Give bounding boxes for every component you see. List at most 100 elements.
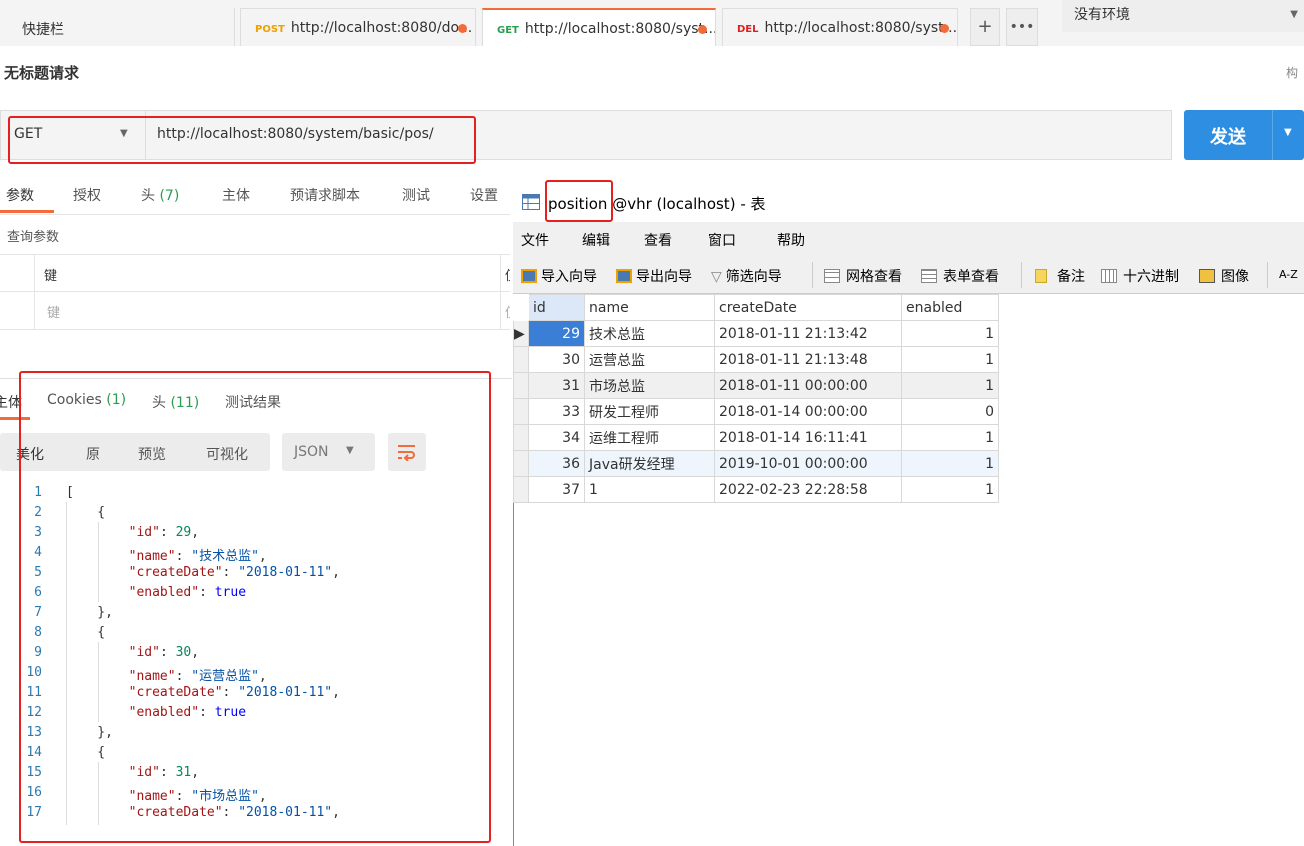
tab-tests[interactable]: 测试: [402, 185, 430, 205]
cell-createdate[interactable]: 2019-10-01 00:00:00: [714, 450, 902, 477]
hex-label: 十六进制: [1123, 269, 1179, 285]
grid-view-button[interactable]: 网格查看: [824, 266, 902, 286]
cell-enabled[interactable]: 1: [901, 320, 999, 347]
import-wizard-button[interactable]: 导入向导: [521, 266, 597, 286]
shortcut-tab[interactable]: 快捷栏: [0, 8, 235, 46]
table-row[interactable]: 33 研发工程师 2018-01-14 00:00:00 0: [513, 398, 999, 425]
table-icon: [522, 194, 540, 210]
column-header-enabled[interactable]: enabled: [901, 294, 999, 321]
environment-select[interactable]: 没有环境 ▼: [1062, 0, 1304, 32]
build-hint[interactable]: 构: [1286, 64, 1298, 81]
more-icon[interactable]: •••: [1006, 8, 1038, 46]
image-button[interactable]: 图像: [1199, 266, 1249, 286]
column-header-createdate[interactable]: createDate: [714, 294, 902, 321]
send-label: 发送: [1210, 127, 1246, 148]
cell-enabled[interactable]: 0: [901, 398, 999, 425]
filter-wizard-button[interactable]: ▽ 筛选向导: [711, 266, 782, 286]
hex-button[interactable]: 十六进制: [1101, 266, 1179, 286]
connection-info: @vhr (localhost) - 表: [607, 195, 766, 213]
column-header-name[interactable]: name: [584, 294, 715, 321]
tab-body[interactable]: 主体: [222, 185, 250, 205]
memo-icon: [1035, 269, 1047, 283]
highlight-box: [8, 116, 476, 164]
menu-help[interactable]: 帮助: [777, 230, 805, 250]
chevron-down-icon[interactable]: ▼: [1284, 127, 1292, 138]
environment-label: 没有环境: [1074, 7, 1130, 23]
row-indicator: [513, 372, 529, 399]
row-indicator: [513, 346, 529, 373]
cell-name[interactable]: 市场总监: [584, 372, 715, 399]
tab-auth[interactable]: 授权: [73, 185, 101, 205]
tab-headers[interactable]: 头 (7): [141, 185, 179, 205]
cell-id[interactable]: 34: [528, 424, 585, 451]
table-row[interactable]: 31 市场总监 2018-01-11 00:00:00 1: [513, 372, 999, 399]
cell-enabled[interactable]: 1: [901, 424, 999, 451]
cell-id[interactable]: 33: [528, 398, 585, 425]
cell-id[interactable]: 31: [528, 372, 585, 399]
cell-id[interactable]: 36: [528, 450, 585, 477]
cell-createdate[interactable]: 2018-01-11 21:13:48: [714, 346, 902, 373]
tab-url: http://localhost:8080/syst...: [764, 20, 958, 36]
unsaved-dot-icon: [940, 24, 949, 33]
filter-wizard-label: 筛选向导: [725, 269, 782, 285]
cell-enabled[interactable]: 1: [901, 346, 999, 373]
tab-pre-request-script[interactable]: 预请求脚本: [290, 185, 360, 205]
key-input[interactable]: 键: [47, 302, 60, 321]
table-row[interactable]: 34 运维工程师 2018-01-14 16:11:41 1: [513, 424, 999, 451]
cell-id[interactable]: 29: [528, 320, 585, 347]
cell-name[interactable]: 研发工程师: [584, 398, 715, 425]
menu-window[interactable]: 窗口: [708, 230, 736, 250]
cell-id[interactable]: 37: [528, 476, 585, 503]
cell-createdate[interactable]: 2022-02-23 22:28:58: [714, 476, 902, 503]
divider: [812, 262, 813, 288]
menu-file[interactable]: 文件: [521, 230, 549, 250]
highlight-box: [19, 371, 491, 843]
table-row[interactable]: 30 运营总监 2018-01-11 21:13:48 1: [513, 346, 999, 373]
navicat-toolbar: 导入向导 导出向导 ▽ 筛选向导 网格查看 表单查看 备注 十六进制 图像 A-Z: [513, 256, 1304, 294]
tab-post[interactable]: POST http://localhost:8080/do...: [240, 8, 476, 46]
column-header-id[interactable]: id: [528, 294, 585, 321]
tab-del[interactable]: DEL http://localhost:8080/syst...: [722, 8, 958, 46]
cell-name[interactable]: 1: [584, 476, 715, 503]
image-label: 图像: [1221, 269, 1249, 285]
cell-enabled[interactable]: 1: [901, 450, 999, 477]
cell-name[interactable]: 运营总监: [584, 346, 715, 373]
memo-button[interactable]: 备注: [1035, 266, 1085, 286]
cell-createdate[interactable]: 2018-01-11 00:00:00: [714, 372, 902, 399]
table-row[interactable]: 36 Java研发经理 2019-10-01 00:00:00 1: [513, 450, 999, 477]
cell-name[interactable]: Java研发经理: [584, 450, 715, 477]
params-empty-row: 键 值: [0, 292, 510, 330]
form-icon: [921, 269, 937, 283]
menu-view[interactable]: 查看: [644, 230, 672, 250]
cell-createdate[interactable]: 2018-01-14 16:11:41: [714, 424, 902, 451]
export-wizard-button[interactable]: 导出向导: [616, 266, 692, 286]
menu-edit[interactable]: 编辑: [582, 230, 610, 250]
navicat-menu-bar: 文件 编辑 查看 窗口 帮助: [513, 222, 1304, 256]
plus-icon[interactable]: +: [970, 8, 1000, 46]
tab-settings[interactable]: 设置: [470, 185, 498, 205]
table-row[interactable]: ▶ 29 技术总监 2018-01-11 21:13:42 1: [513, 320, 999, 347]
divider: [0, 214, 510, 215]
value-input[interactable]: 值: [505, 302, 510, 321]
cell-name[interactable]: 运维工程师: [584, 424, 715, 451]
cell-enabled[interactable]: 1: [901, 476, 999, 503]
table-row[interactable]: 37 1 2022-02-23 22:28:58 1: [513, 476, 999, 503]
grid-icon: [824, 269, 840, 283]
cell-id[interactable]: 30: [528, 346, 585, 373]
tab-get[interactable]: GET http://localhost:8080/syst...: [482, 8, 716, 46]
request-title[interactable]: 无标题请求: [4, 62, 79, 83]
unsaved-dot-icon: [458, 24, 467, 33]
cell-createdate[interactable]: 2018-01-14 00:00:00: [714, 398, 902, 425]
checkbox-column: [0, 255, 35, 292]
data-grid: id name createDate enabled ▶ 29 技术总监 201…: [513, 294, 999, 503]
sort-az-icon[interactable]: A-Z: [1279, 268, 1298, 281]
cell-enabled[interactable]: 1: [901, 372, 999, 399]
cell-createdate[interactable]: 2018-01-11 21:13:42: [714, 320, 902, 347]
tab-params[interactable]: 参数: [6, 185, 34, 205]
cell-name[interactable]: 技术总监: [584, 320, 715, 347]
send-button[interactable]: 发送 ▼: [1184, 110, 1304, 160]
current-row-indicator-icon: ▶: [513, 320, 529, 347]
params-header-row: 键 值: [0, 254, 510, 292]
form-view-button[interactable]: 表单查看: [921, 266, 999, 286]
tab-url: http://localhost:8080/syst...: [524, 21, 716, 37]
